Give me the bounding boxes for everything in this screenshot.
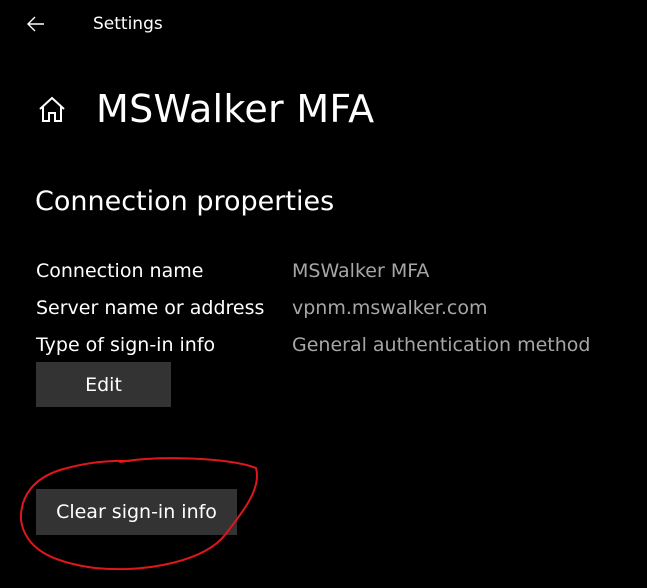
property-row-connection-name: Connection name MSWalker MFA [36, 252, 636, 289]
property-row-server-name: Server name or address vpnm.mswalker.com [36, 289, 636, 326]
property-value: MSWalker MFA [292, 259, 430, 282]
settings-page: Settings MSWalker MFA Connection propert… [0, 0, 647, 588]
clear-sign-in-info-button[interactable]: Clear sign-in info [36, 489, 237, 535]
property-label: Type of sign-in info [36, 333, 216, 356]
page-title: MSWalker MFA [96, 87, 375, 131]
edit-button[interactable]: Edit [36, 362, 171, 407]
property-label: Server name or address [36, 296, 265, 319]
page-header: MSWalker MFA [34, 84, 374, 134]
section-title: Connection properties [35, 186, 335, 217]
home-icon [39, 96, 65, 122]
app-title: Settings [93, 14, 163, 34]
title-bar: Settings [0, 0, 647, 48]
property-value: General authentication method [292, 333, 591, 356]
property-row-sign-in-type: Type of sign-in info General authenticat… [36, 326, 636, 363]
back-button[interactable] [18, 8, 54, 40]
property-label: Connection name [36, 259, 204, 282]
property-value: vpnm.mswalker.com [292, 296, 488, 319]
connection-properties-list: Connection name MSWalker MFA Server name… [36, 252, 636, 363]
back-arrow-icon [27, 16, 44, 32]
home-button[interactable] [34, 91, 70, 127]
